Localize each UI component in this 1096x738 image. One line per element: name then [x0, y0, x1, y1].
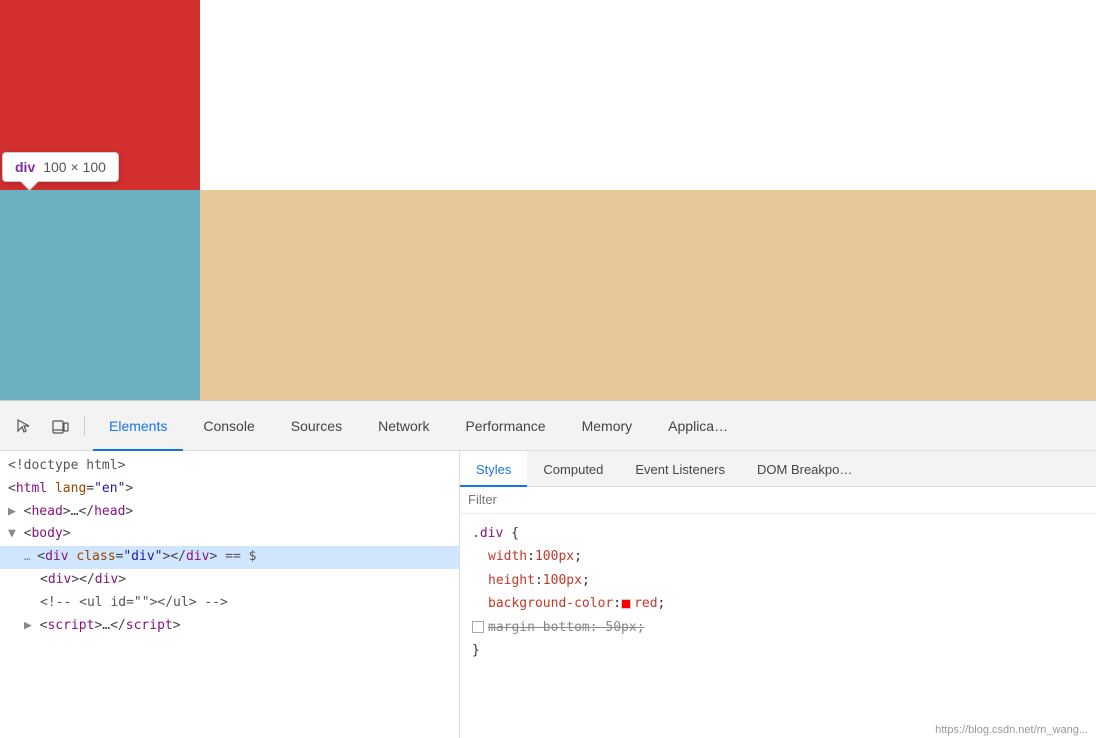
- tab-console[interactable]: Console: [187, 401, 270, 451]
- inspect-icon[interactable]: [8, 410, 40, 442]
- styles-filter-bar: [460, 487, 1096, 514]
- property-checkbox[interactable]: [472, 621, 484, 633]
- html-div-selected-line[interactable]: … <div class="div"></div> == $: [0, 546, 459, 569]
- css-height-line: height: 100px;: [472, 569, 1084, 592]
- html-panel[interactable]: <!doctype html> <html lang="en"> ▶ <head…: [0, 451, 460, 738]
- tab-sources[interactable]: Sources: [275, 401, 358, 451]
- html-doctype-line[interactable]: <!doctype html>: [0, 455, 459, 478]
- element-tooltip: div 100 × 100: [2, 152, 119, 182]
- html-comment-line[interactable]: <!-- <ul id=""></ul> -->: [0, 592, 459, 615]
- css-close-brace-line: }: [472, 639, 1084, 662]
- html-head-line[interactable]: ▶ <head>…</head>: [0, 501, 459, 524]
- blue-box: [0, 190, 200, 400]
- devtools-toolbar: Elements Console Sources Network Perform…: [0, 401, 1096, 451]
- tan-box: [200, 190, 1096, 400]
- css-margin-line: margin-bottom: -50px;: [472, 616, 1084, 639]
- styles-content: .div { width: 100px; height: 100px; back…: [460, 514, 1096, 738]
- css-rule: .div { width: 100px; height: 100px; back…: [472, 522, 1084, 662]
- color-swatch-red[interactable]: [621, 599, 631, 609]
- styles-panel: Styles Computed Event Listeners DOM Brea…: [460, 451, 1096, 738]
- style-tabs: Styles Computed Event Listeners DOM Brea…: [460, 451, 1096, 487]
- device-toolbar-icon[interactable]: [44, 410, 76, 442]
- css-selector-text: .div: [472, 526, 511, 541]
- doctype-text: <!doctype html>: [8, 458, 125, 473]
- html-body-line[interactable]: ▼ <body>: [0, 523, 459, 546]
- styles-filter-input[interactable]: [468, 492, 1088, 507]
- style-tab-event-listeners[interactable]: Event Listeners: [619, 451, 741, 487]
- style-tab-computed[interactable]: Computed: [527, 451, 619, 487]
- html-script-line[interactable]: ▶ <script>…</script>: [0, 615, 459, 638]
- devtools-panel: Elements Console Sources Network Perform…: [0, 400, 1096, 738]
- page-content: div 100 × 100: [0, 0, 1096, 400]
- css-bgcolor-line: background-color: red;: [472, 592, 1084, 615]
- tab-memory[interactable]: Memory: [566, 401, 649, 451]
- toolbar-separator: [84, 416, 85, 436]
- tab-application[interactable]: Applica…: [652, 401, 744, 451]
- html-div2-line[interactable]: <div></div>: [0, 569, 459, 592]
- devtools-body: <!doctype html> <html lang="en"> ▶ <head…: [0, 451, 1096, 738]
- tab-network[interactable]: Network: [362, 401, 445, 451]
- style-tab-styles[interactable]: Styles: [460, 451, 527, 487]
- tooltip-size: 100 × 100: [43, 159, 106, 175]
- html-html-line[interactable]: <html lang="en">: [0, 478, 459, 501]
- tooltip-tag: div: [15, 159, 35, 175]
- tab-elements[interactable]: Elements: [93, 401, 183, 451]
- style-tab-dom-breakpoints[interactable]: DOM Breakpo…: [741, 451, 868, 487]
- url-hint: https://blog.csdn.net/rn_wang...: [935, 724, 1088, 736]
- tab-performance[interactable]: Performance: [449, 401, 561, 451]
- devtools-body-wrapper: <!doctype html> <html lang="en"> ▶ <head…: [0, 451, 1096, 738]
- css-selector-line: .div {: [472, 522, 1084, 545]
- css-width-line: width: 100px;: [472, 545, 1084, 568]
